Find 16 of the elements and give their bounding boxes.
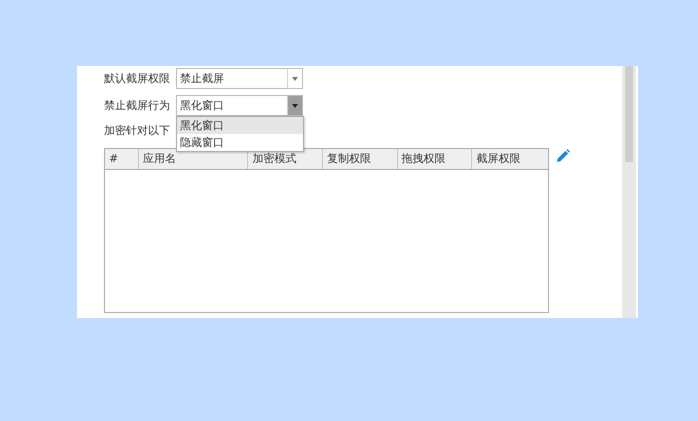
setting-label: 默认截屏权限 <box>104 71 171 86</box>
column-header[interactable]: 加密模式 <box>248 149 324 169</box>
column-header[interactable]: 应用名 <box>138 149 248 169</box>
table-caption: 加密针对以下 <box>104 123 170 139</box>
caret-icon <box>292 76 298 80</box>
dropdown-option[interactable]: 隐藏窗口 <box>177 134 303 151</box>
dropdown-option[interactable]: 黑化窗口 <box>177 117 303 134</box>
column-header[interactable]: 截屏权限 <box>472 149 548 169</box>
column-header[interactable]: # <box>105 149 139 169</box>
column-header[interactable]: 复制权限 <box>323 149 398 169</box>
dropdown-field[interactable]: 禁止截屏 <box>176 68 303 89</box>
pencil-icon[interactable] <box>556 149 570 163</box>
column-header[interactable]: 拖拽权限 <box>398 149 472 169</box>
scrollbar[interactable] <box>622 66 636 318</box>
setting-label: 禁止截屏行为 <box>104 98 171 113</box>
caret-icon <box>292 104 298 108</box>
